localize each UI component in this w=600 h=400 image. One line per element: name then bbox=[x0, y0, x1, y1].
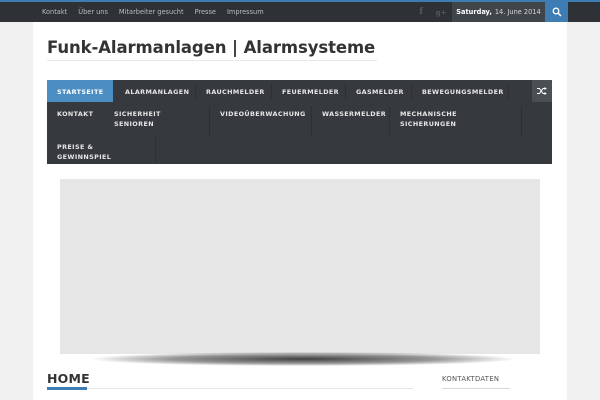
nav-divider bbox=[389, 106, 390, 136]
page-heading: HOME bbox=[47, 371, 90, 386]
top-nav: Kontakt Über uns Mitarbeiter gesucht Pre… bbox=[42, 2, 275, 22]
nav-item-bewegungsmelder[interactable]: BEWEGUNGSMELDER bbox=[412, 80, 508, 102]
random-post-button[interactable] bbox=[532, 80, 552, 102]
nav-item-preise-gewinnspiel[interactable]: PREISE & GEWINNSPIEL bbox=[47, 135, 157, 163]
nav-item-sicherheit-senioren[interactable]: SICHERHEIT SENIOREN bbox=[104, 102, 210, 130]
page-container: Funk-Alarmanlagen | Alarmsysteme STARTSE… bbox=[33, 22, 567, 400]
top-bar: Kontakt Über uns Mitarbeiter gesucht Pre… bbox=[0, 0, 600, 22]
nav-divider bbox=[311, 106, 312, 136]
top-link-kontakt[interactable]: Kontakt bbox=[42, 8, 67, 16]
nav-item-alarmanlagen[interactable]: ALARMANLAGEN bbox=[115, 80, 195, 102]
nav-divider bbox=[521, 106, 522, 136]
date-day: Saturday, bbox=[456, 8, 492, 16]
heading-divider bbox=[47, 388, 413, 389]
nav-item-videoueberwachung[interactable]: VIDEOÜBERWACHUNG bbox=[210, 102, 311, 130]
nav-divider bbox=[508, 83, 509, 99]
search-button[interactable] bbox=[545, 2, 568, 22]
search-icon bbox=[552, 7, 562, 17]
nav-item-mechanische-sicherungen[interactable]: MECHANISCHE SICHERUNGEN bbox=[390, 102, 522, 130]
nav-divider bbox=[411, 83, 412, 99]
facebook-icon[interactable]: f bbox=[410, 2, 432, 22]
heading-accent bbox=[47, 387, 87, 390]
nav-item-rauchmelder[interactable]: RAUCHMELDER bbox=[196, 80, 271, 102]
title-divider bbox=[47, 60, 377, 61]
nav-item-feuermelder[interactable]: FEUERMELDER bbox=[272, 80, 346, 102]
top-link-impressum[interactable]: Impressum bbox=[227, 8, 264, 16]
top-link-presse[interactable]: Presse bbox=[195, 8, 216, 16]
nav-divider bbox=[155, 136, 156, 162]
nav-divider bbox=[209, 106, 210, 136]
googleplus-icon[interactable]: g+ bbox=[430, 2, 452, 22]
nav-item-kontakt[interactable]: KONTAKT bbox=[47, 102, 104, 130]
banner-shadow bbox=[93, 352, 513, 366]
nav-divider bbox=[345, 83, 346, 99]
nav-item-gasmelder[interactable]: GASMELDER bbox=[346, 80, 411, 102]
sidebar-divider bbox=[442, 388, 510, 389]
banner-slider[interactable] bbox=[60, 179, 540, 354]
nav-divider bbox=[271, 83, 272, 99]
sidebar-heading: KONTAKTDATEN bbox=[442, 375, 500, 383]
main-nav: STARTSEITE ALARMANLAGEN RAUCHMELDER FEUE… bbox=[47, 80, 552, 164]
nav-divider bbox=[195, 83, 196, 99]
date-display: Saturday, 14. June 2014 bbox=[452, 2, 545, 22]
top-link-mitarbeiter[interactable]: Mitarbeiter gesucht bbox=[119, 8, 184, 16]
site-title[interactable]: Funk-Alarmanlagen | Alarmsysteme bbox=[47, 38, 375, 57]
nav-item-wassermelder[interactable]: WASSERMELDER bbox=[312, 102, 390, 130]
date-rest: 14. June 2014 bbox=[494, 8, 541, 16]
top-link-ueber-uns[interactable]: Über uns bbox=[78, 8, 108, 16]
shuffle-icon bbox=[537, 87, 547, 95]
nav-item-startseite[interactable]: STARTSEITE bbox=[47, 80, 113, 102]
